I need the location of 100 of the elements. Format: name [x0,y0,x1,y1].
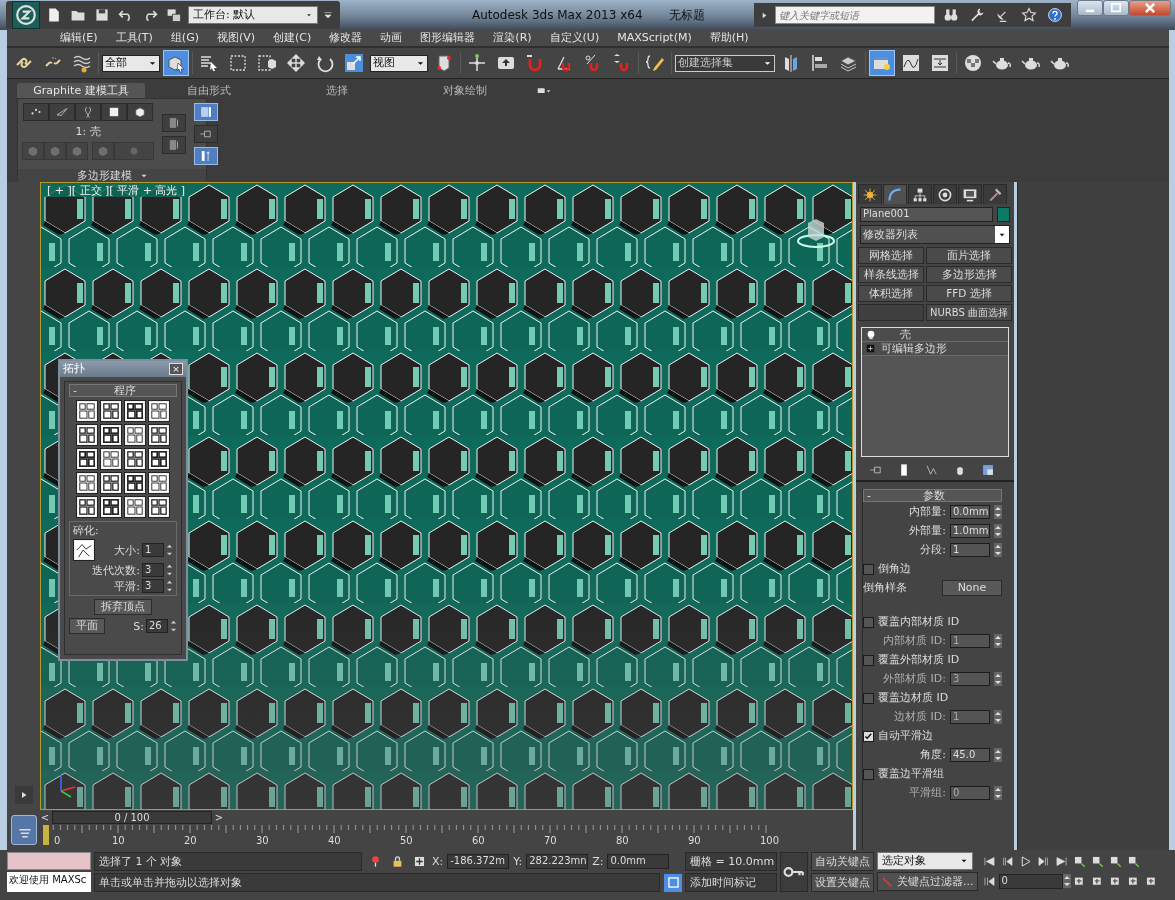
modifier-button[interactable]: 样条线选择 [858,266,924,283]
selection-status: 选择了 1 个 对象 [94,852,362,871]
key-mode-dropdown[interactable]: 选定对象 [877,852,973,870]
menu-item[interactable]: 自定义(U) [540,31,609,45]
menu-item[interactable]: 编辑(E) [51,31,107,45]
listener-text[interactable]: 欢迎使用 MAXSc [7,872,91,892]
value-field[interactable]: 45.0 [950,748,990,762]
checkbox-label: 覆盖外部材质 ID [878,653,960,667]
menu-item[interactable]: 创建(C) [264,31,321,45]
frame-number: 90 [688,835,701,847]
coordinate-label: X: [432,854,444,869]
value-field[interactable]: 3 [142,563,164,578]
menu-item[interactable]: 图形编辑器 [411,31,485,45]
value-field[interactable]: 1 [142,543,164,558]
field-label: 角度: [920,748,946,762]
frame-number: 40 [328,835,341,847]
ribbon-tab[interactable]: 选择 [273,83,401,98]
level-label: 1: 壳 [75,125,101,139]
panel-title: 多边形建模 [76,169,132,183]
viewport-label[interactable]: [ + ][ 正交 ][ 平滑 + 高光 ] [45,184,188,198]
key-filters-button[interactable]: 关键点过滤器... [877,872,978,891]
menu-item[interactable]: 修改器 [320,31,372,45]
rollout-title: 程序 [113,383,137,398]
auto-key-button[interactable]: 自动关键点 [811,852,874,871]
toolbar-dropdown[interactable]: 全部 [102,54,160,72]
frame-number: 70 [544,835,557,847]
coordinate-field[interactable]: -186.372m [447,854,510,869]
window-title: Autodesk 3ds Max 2013 x64 [472,7,643,23]
document-title: 无标题 [668,7,705,23]
prompt-text: 单击或单击并拖动以选择对象 [94,873,660,892]
collapse-toggle[interactable]: - [867,488,871,503]
menu-item[interactable]: 工具(T) [106,31,162,45]
ribbon-tab[interactable]: 对象绘制 [401,83,529,98]
frame-number: 10 [112,835,125,847]
plane-button[interactable]: 平面 [69,618,105,635]
grid-size: 栅格 = 10.0mm [685,852,777,871]
checkbox-label: 覆盖边材质 ID [878,691,949,705]
coordinate-label: Y: [513,854,523,869]
stack-item[interactable]: 壳 [900,327,911,342]
field-label: 内部量: [909,505,946,519]
field-label: 外部材质 ID: [883,672,946,686]
field-label: 平滑组: [909,786,946,800]
ribbon-tab[interactable]: 自由形式 [145,83,273,98]
spline-button[interactable]: None [942,580,1002,596]
modifier-button[interactable]: 体积选择 [858,285,924,302]
frame-number: 30 [256,835,269,847]
menu-item[interactable]: 帮助(H) [700,31,758,45]
toolbar-dropdown[interactable]: 视图 [370,54,428,72]
field-label: 边材质 ID: [894,710,946,724]
next-frame-button[interactable]: > [214,811,224,824]
modifier-button[interactable]: 多边形选择 [926,266,1012,283]
menu-item[interactable]: MAXScript(M) [608,31,701,45]
ribbon-tab[interactable]: Graphite 建模工具 [17,83,145,98]
group-label: 碎化: [73,524,100,538]
coordinate-label: Z: [592,854,604,869]
rollout-header[interactable]: - 参数 [863,489,1002,502]
modifier-list-dropdown[interactable]: 修改器列表 [860,225,1010,244]
modifier-button[interactable]: 网格选择 [858,247,924,264]
value-field[interactable]: 0.0mm [950,505,990,519]
menu-item[interactable]: 动画 [371,31,412,45]
rollout-header[interactable]: - 程序 [69,384,177,397]
frame-field[interactable]: 0 [998,873,1063,889]
value-field[interactable]: 26 [146,619,168,634]
value-field[interactable]: 3 [142,579,164,594]
value-field[interactable]: 1.0mm [950,524,990,538]
frame-number: 80 [616,835,629,847]
menu-item[interactable]: 组(G) [161,31,208,45]
object-name-field[interactable]: Plane001 [860,207,993,222]
menu-item[interactable]: 视图(V) [207,31,265,45]
frame-number: 50 [400,835,413,847]
modifier-button[interactable]: NURBS 曲面选择 [926,304,1012,321]
frame-number: 20 [184,835,197,847]
add-time-tag[interactable]: 添加时间标记 [685,873,777,892]
toolbar-dropdown[interactable]: 创建选择集 [675,54,775,72]
workspace-dropdown[interactable]: 工作台: 默认 [188,6,318,24]
frame-number: 100 [760,835,780,847]
field-label: 倒角样条 [863,581,907,595]
search-field[interactable]: 键入关键字或短语 [775,6,935,24]
collapse-vertices-button[interactable]: 拆弃顶点 [94,599,152,616]
frame-number: 60 [472,835,485,847]
close-button[interactable]: × [169,363,183,375]
checkbox-label: 覆盖内部材质 ID [878,615,960,629]
checkbox-label: 倒角边 [878,562,911,576]
frame-number: 0 [54,835,61,847]
field-label: 内部材质 ID: [883,634,946,648]
previous-frame-button[interactable]: < [40,811,50,824]
field-label: 平滑: [114,579,140,593]
modifier-button[interactable]: FFD 选择 [926,285,1012,302]
coordinate-field[interactable]: 0.0mm [607,854,670,869]
set-key-button[interactable]: 设置关键点 [811,873,874,892]
field-label: 分段: [920,543,946,557]
rollout-title: 参数 [922,488,947,503]
value-field[interactable]: 1 [950,543,990,557]
dialog-title: 拓扑 [63,362,85,376]
field-label: 迭代次数: [92,563,140,577]
checkbox-label: 覆盖边平滑组 [878,767,944,781]
menu-item[interactable]: 渲染(R) [484,31,541,45]
field-label: 大小: [114,543,140,557]
coordinate-field[interactable]: 282.223mn [526,854,589,869]
modifier-button[interactable]: 面片选择 [926,247,1012,264]
